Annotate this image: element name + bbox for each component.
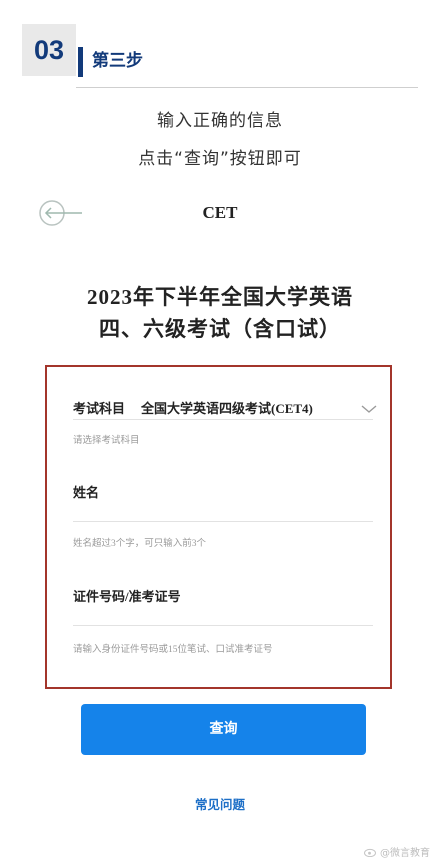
- step-header: 03 第三步: [22, 24, 418, 88]
- name-hint: 姓名超过3个字，可只输入前3个: [73, 539, 207, 549]
- weibo-logo-icon: [364, 847, 377, 858]
- query-form: 考试科目 全国大学英语四级考试(CET4) 请选择考试科目 姓名 姓名超过3个字…: [45, 365, 392, 689]
- subject-select[interactable]: 考试科目 全国大学英语四级考试(CET4): [73, 391, 377, 420]
- id-hint: 请输入身份证件号码或15位笔试、口试准考证号: [73, 645, 273, 655]
- subject-value[interactable]: 全国大学英语四级考试(CET4): [141, 398, 313, 417]
- name-label: 姓名: [73, 485, 100, 500]
- step-number: 03: [22, 24, 76, 76]
- id-label: 证件号码/准考证号: [73, 589, 181, 604]
- exam-title-line-1: 2023年下半年全国大学英语: [87, 285, 353, 309]
- name-field[interactable]: 姓名: [73, 477, 373, 522]
- chevron-down-icon[interactable]: [361, 401, 377, 413]
- watermark: @微言教育: [364, 844, 430, 859]
- watermark-text: @微言教育: [380, 848, 430, 859]
- id-field[interactable]: 证件号码/准考证号: [73, 583, 373, 626]
- subject-hint: 请选择考试科目: [73, 436, 140, 446]
- instruction-line-2: 点击“查询”按钮即可: [138, 149, 302, 169]
- faq-link[interactable]: 常见问题: [0, 794, 440, 813]
- site-title: CET: [202, 203, 238, 222]
- subject-label: 考试科目: [73, 401, 126, 416]
- exam-title-line-2: 四、六级考试（含口试）: [99, 317, 341, 341]
- step-accent-bar: [78, 47, 83, 77]
- query-button[interactable]: 查询: [81, 704, 366, 755]
- step-divider: [76, 87, 418, 88]
- step-title: 第三步: [92, 51, 143, 71]
- instruction-line-1: 输入正确的信息: [157, 111, 283, 131]
